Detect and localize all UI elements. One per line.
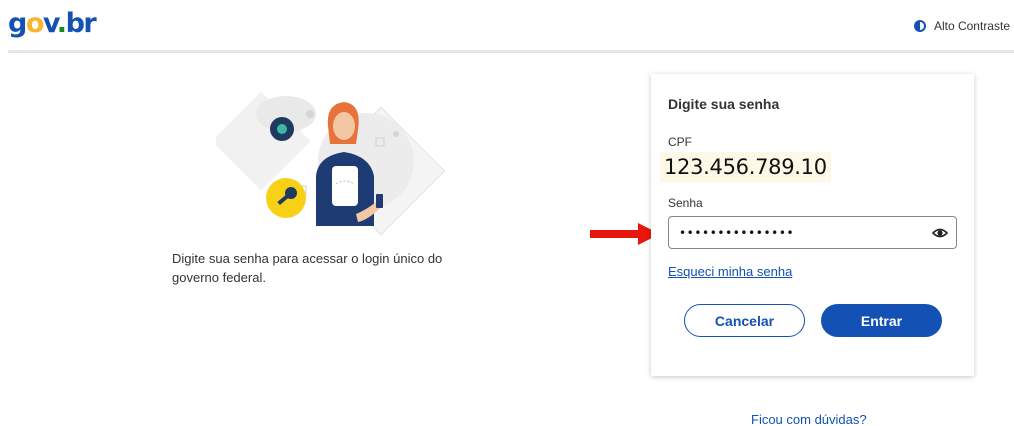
password-value: •••••••••••••••: [679, 225, 795, 240]
intro-text: Digite sua senha para acessar o login ún…: [172, 251, 443, 285]
phone-icon: [376, 194, 383, 208]
contrast-icon: [913, 20, 926, 32]
header-divider: [8, 50, 1014, 53]
apron-shape: [332, 166, 358, 206]
logo-letter-g: g: [8, 8, 27, 39]
card-title: Digite sua senha: [668, 96, 780, 112]
eye-icon[interactable]: [932, 226, 948, 240]
high-contrast-toggle[interactable]: Alto Contraste: [913, 19, 1010, 33]
cpf-label: CPF: [668, 135, 692, 149]
bg-dot-2: [393, 131, 399, 137]
password-input[interactable]: •••••••••••••••: [668, 216, 957, 249]
help-link[interactable]: Ficou com dúvidas?: [751, 412, 867, 426]
logo-dot: .: [56, 8, 67, 39]
govbr-logo[interactable]: gov.br: [8, 6, 97, 42]
logo-letters-br: br: [65, 8, 97, 39]
logo-letter-v: v: [42, 8, 58, 39]
forgot-password-link[interactable]: Esqueci minha senha: [668, 264, 792, 279]
header: gov.br Alto Contraste: [0, 0, 1014, 54]
face-shape: [333, 112, 355, 140]
badge-icon-center: [277, 124, 287, 134]
bg-dot-1: [306, 110, 314, 118]
cpf-value: 123.456.789.10: [660, 152, 831, 182]
password-label: Senha: [668, 196, 703, 210]
cancel-button[interactable]: Cancelar: [684, 304, 805, 337]
logo-letter-o: o: [25, 8, 45, 39]
enter-button[interactable]: Entrar: [821, 304, 942, 337]
login-illustration: [216, 91, 446, 236]
high-contrast-label: Alto Contraste: [933, 19, 1010, 33]
password-card: Digite sua senha CPF 123.456.789.10 Senh…: [651, 74, 974, 376]
red-arrow-icon: [590, 223, 660, 245]
